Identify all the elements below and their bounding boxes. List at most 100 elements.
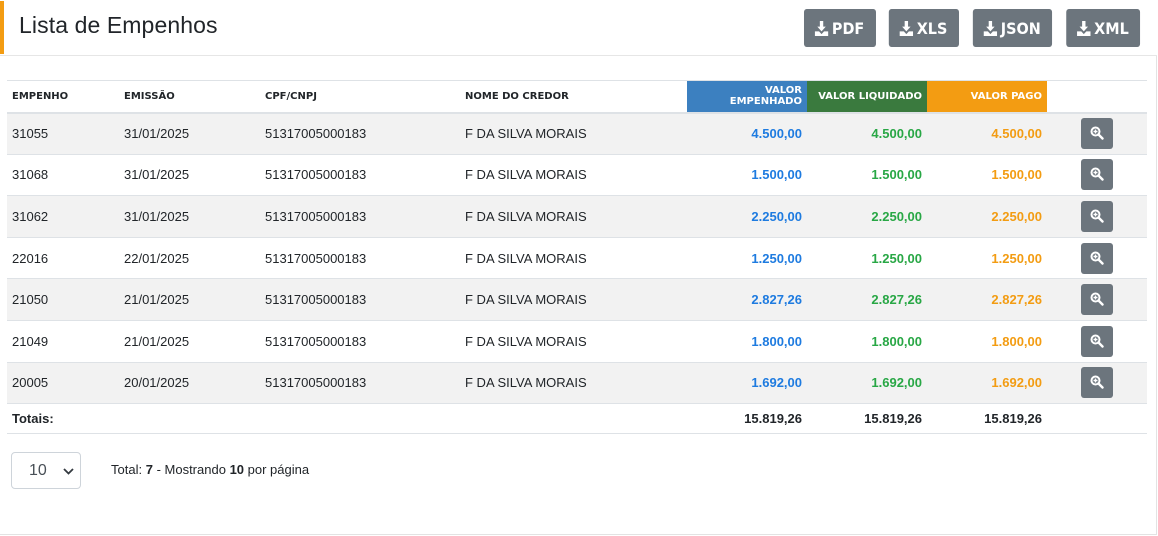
cell-empenho: 21049 xyxy=(7,320,119,363)
chevron-down-icon xyxy=(63,468,74,475)
view-details-button[interactable] xyxy=(1081,200,1113,232)
cell-credor: F DA SILVA MORAIS xyxy=(460,195,687,238)
col-header-emissao[interactable]: EMISSÃO xyxy=(119,80,260,114)
cell-valor-pago: 1.250,00 xyxy=(927,237,1047,280)
cell-valor-pago: 1.692,00 xyxy=(927,362,1047,405)
download-icon xyxy=(814,20,829,36)
cell-credor: F DA SILVA MORAIS xyxy=(460,320,687,363)
export-json-button[interactable]: JSON xyxy=(972,9,1053,47)
download-icon xyxy=(983,20,998,36)
cell-valor-pago: 2.827,26 xyxy=(927,278,1047,321)
col-header-credor[interactable]: NOME DO CREDOR xyxy=(460,80,687,114)
cell-valor-liquidado: 1.500,00 xyxy=(807,154,927,197)
table-row: 21049 21/01/2025 51317005000183 F DA SIL… xyxy=(7,320,1147,363)
col-header-cpf[interactable]: CPF/CNPJ xyxy=(260,80,460,114)
cell-empenho: 31055 xyxy=(7,112,119,155)
table-row: 20005 20/01/2025 51317005000183 F DA SIL… xyxy=(7,362,1147,405)
cell-emissao: 20/01/2025 xyxy=(119,362,260,405)
cell-valor-liquidado: 1.800,00 xyxy=(807,320,927,363)
cell-actions xyxy=(1047,154,1147,197)
export-xls-button[interactable]: XLS xyxy=(888,9,960,47)
cell-valor-liquidado: 2.250,00 xyxy=(807,195,927,238)
col-header-valor-pago[interactable]: VALOR PAGO xyxy=(927,80,1047,114)
table-row: 31068 31/01/2025 51317005000183 F DA SIL… xyxy=(7,154,1147,197)
table-row: 22016 22/01/2025 51317005000183 F DA SIL… xyxy=(7,237,1147,280)
view-details-button[interactable] xyxy=(1081,242,1113,274)
view-details-button[interactable] xyxy=(1081,325,1113,357)
empenhos-table: EMPENHO EMISSÃO CPF/CNPJ NOME DO CREDOR … xyxy=(7,80,1147,435)
export-xml-button[interactable]: XML xyxy=(1065,9,1140,47)
showing-label: - Mostrando xyxy=(156,462,226,477)
cell-cpf: 51317005000183 xyxy=(260,112,460,155)
cell-actions xyxy=(1047,237,1147,280)
cell-valor-liquidado: 1.250,00 xyxy=(807,237,927,280)
cell-emissao: 31/01/2025 xyxy=(119,154,260,197)
cell-cpf: 51317005000183 xyxy=(260,154,460,197)
col-header-actions xyxy=(1047,80,1147,114)
cell-valor-empenhado: 1.500,00 xyxy=(687,154,807,197)
cell-valor-pago: 2.250,00 xyxy=(927,195,1047,238)
view-details-button[interactable] xyxy=(1081,118,1113,150)
zoom-in-icon xyxy=(1090,209,1104,223)
cell-valor-liquidado: 2.827,26 xyxy=(807,278,927,321)
card-header: Lista de Empenhos PDF XLS JSON XML xyxy=(0,0,1157,56)
empenhos-card: Lista de Empenhos PDF XLS JSON XML EMPEN… xyxy=(0,0,1157,535)
export-pdf-button[interactable]: PDF xyxy=(804,9,877,47)
cell-credor: F DA SILVA MORAIS xyxy=(460,362,687,405)
zoom-in-icon xyxy=(1090,334,1104,348)
cell-empenho: 21050 xyxy=(7,278,119,321)
total-label: Total: xyxy=(111,462,143,477)
table-row: 31055 31/01/2025 51317005000183 F DA SIL… xyxy=(7,112,1147,155)
header-accent-bar xyxy=(0,1,4,54)
cell-valor-empenhado: 4.500,00 xyxy=(687,112,807,155)
cell-empenho: 20005 xyxy=(7,362,119,405)
cell-emissao: 21/01/2025 xyxy=(119,278,260,321)
page-title: Lista de Empenhos xyxy=(19,12,218,38)
cell-cpf: 51317005000183 xyxy=(260,320,460,363)
cell-credor: F DA SILVA MORAIS xyxy=(460,154,687,197)
cell-cpf: 51317005000183 xyxy=(260,362,460,405)
cell-emissao: 22/01/2025 xyxy=(119,237,260,280)
cell-valor-empenhado: 1.250,00 xyxy=(687,237,807,280)
zoom-in-icon xyxy=(1090,126,1104,140)
cell-valor-empenhado: 2.827,26 xyxy=(687,278,807,321)
cell-cpf: 51317005000183 xyxy=(260,195,460,238)
cell-valor-pago: 1.800,00 xyxy=(927,320,1047,363)
cell-credor: F DA SILVA MORAIS xyxy=(460,112,687,155)
cell-credor: F DA SILVA MORAIS xyxy=(460,278,687,321)
cell-empenho: 31062 xyxy=(7,195,119,238)
download-icon xyxy=(1076,20,1091,36)
view-details-button[interactable] xyxy=(1081,159,1113,191)
totals-label: Totais: xyxy=(7,403,119,435)
cell-valor-liquidado: 1.692,00 xyxy=(807,362,927,405)
total-count: 7 xyxy=(145,462,153,477)
table-row: 21050 21/01/2025 51317005000183 F DA SIL… xyxy=(7,278,1147,321)
download-icon xyxy=(899,20,914,36)
zoom-in-icon xyxy=(1090,375,1104,390)
cell-valor-empenhado: 1.800,00 xyxy=(687,320,807,363)
total-valor-empenhado: 15.819,26 xyxy=(687,403,807,435)
cell-valor-empenhado: 1.692,00 xyxy=(687,362,807,405)
export-pdf-label: PDF xyxy=(831,18,865,38)
page-size-value: 10 xyxy=(29,462,47,479)
page-size-select[interactable]: 10 xyxy=(11,452,81,489)
view-details-button[interactable] xyxy=(1081,367,1113,399)
cell-valor-liquidado: 4.500,00 xyxy=(807,112,927,155)
per-page-label: por página xyxy=(247,462,310,477)
cell-valor-pago: 1.500,00 xyxy=(927,154,1047,197)
cell-actions xyxy=(1047,195,1147,238)
cell-credor: F DA SILVA MORAIS xyxy=(460,237,687,280)
export-buttons: PDF XLS JSON XML xyxy=(796,9,1140,47)
export-xls-label: XLS xyxy=(916,18,948,38)
zoom-in-icon xyxy=(1090,167,1104,182)
zoom-in-icon xyxy=(1090,292,1104,306)
view-details-button[interactable] xyxy=(1081,284,1113,316)
col-header-valor-liquidado[interactable]: VALOR LIQUIDADO xyxy=(807,80,927,114)
cell-empenho: 31068 xyxy=(7,154,119,197)
col-header-empenho[interactable]: EMPENHO xyxy=(7,80,119,114)
zoom-in-icon xyxy=(1090,251,1104,265)
col-header-valor-empenhado[interactable]: VALOR EMPENHADO xyxy=(687,80,807,114)
cell-actions xyxy=(1047,278,1147,321)
total-valor-pago: 15.819,26 xyxy=(927,403,1047,435)
cell-emissao: 31/01/2025 xyxy=(119,195,260,238)
